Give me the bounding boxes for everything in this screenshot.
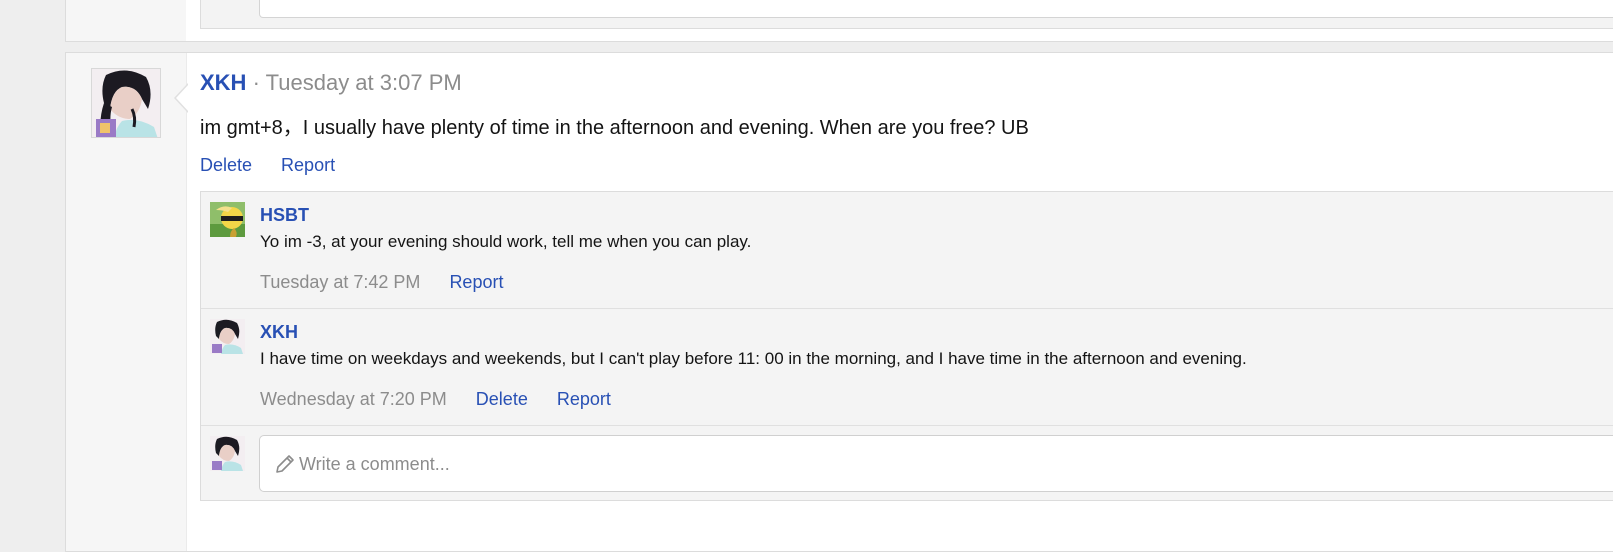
delete-comment-link[interactable]: Delete <box>476 389 528 409</box>
write-comment-placeholder: Write a comment... <box>299 454 450 474</box>
report-post-link[interactable]: Report <box>281 155 335 175</box>
comment-text: Yo im -3, at your evening should work, t… <box>260 232 752 251</box>
current-user-avatar <box>210 436 245 471</box>
comment-timestamp[interactable]: Wednesday at 7:20 PM <box>260 389 447 409</box>
write-comment-row: Write a comment... <box>201 426 1613 502</box>
comment-text: I have time on weekdays and weekends, bu… <box>260 349 1247 368</box>
profile-post: XKH · Tuesday at 3:07 PM im gmt+8，I usua… <box>65 52 1613 552</box>
speech-bubble-arrow <box>174 83 189 113</box>
post-author-avatar[interactable] <box>91 68 161 138</box>
comment-author[interactable]: XKH <box>260 322 298 343</box>
commenter-avatar[interactable] <box>210 319 245 354</box>
comment-item: XKH I have time on weekdays and weekends… <box>201 309 1613 426</box>
comment-item: HSBT Yo im -3, at your evening should wo… <box>201 192 1613 309</box>
pencil-icon <box>274 453 296 475</box>
report-comment-link[interactable]: Report <box>557 389 611 409</box>
post-actions: Delete Report <box>200 155 359 176</box>
post-message: im gmt+8，I usually have plenty of time i… <box>200 117 1029 139</box>
report-comment-link[interactable]: Report <box>449 272 503 292</box>
post-timestamp[interactable]: Tuesday at 3:07 PM <box>266 70 462 95</box>
write-comment-input[interactable]: Write a comment... <box>259 435 1613 492</box>
previous-post-comments <box>200 0 1613 29</box>
header-separator: · <box>252 70 260 95</box>
post-header: XKH · Tuesday at 3:07 PM <box>200 70 462 96</box>
post-avatar-column <box>66 53 187 551</box>
post-author-name[interactable]: XKH <box>200 70 246 95</box>
comment-meta: Tuesday at 7:42 PM Report <box>260 272 527 293</box>
previous-post <box>65 0 1613 42</box>
previous-post-comment-input[interactable] <box>259 0 1613 18</box>
comment-meta: Wednesday at 7:20 PM Delete Report <box>260 389 635 410</box>
comment-author[interactable]: HSBT <box>260 205 309 226</box>
commenter-avatar[interactable] <box>210 202 245 237</box>
previous-post-avatar-column <box>66 0 186 41</box>
delete-post-link[interactable]: Delete <box>200 155 252 175</box>
comments-panel: HSBT Yo im -3, at your evening should wo… <box>200 191 1613 501</box>
comment-timestamp[interactable]: Tuesday at 7:42 PM <box>260 272 420 292</box>
